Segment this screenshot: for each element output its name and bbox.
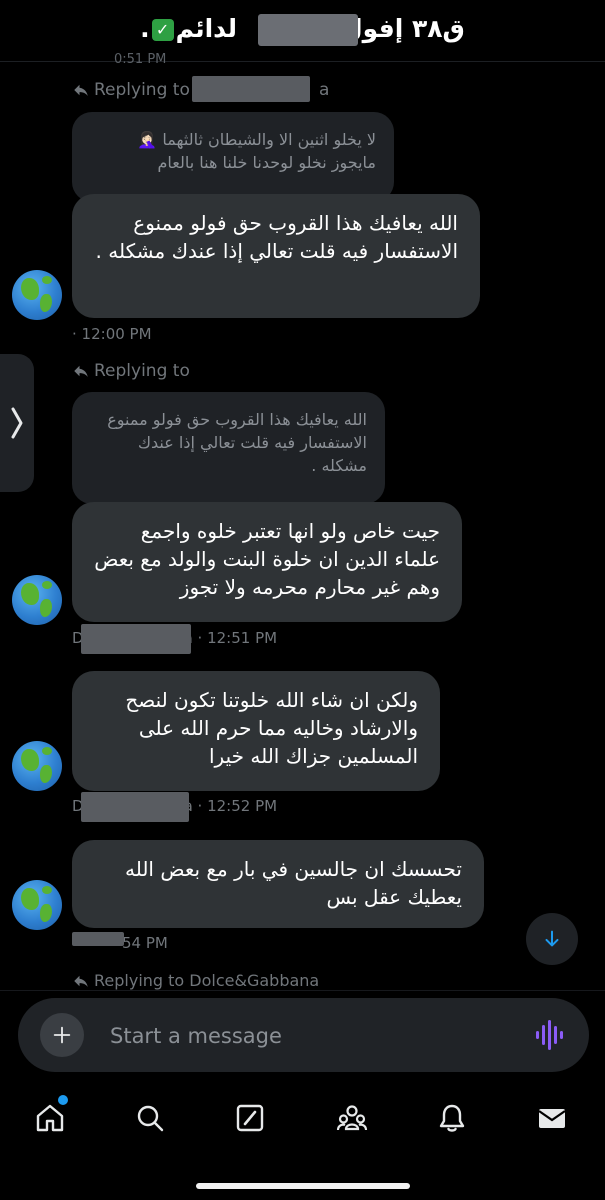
avatar-globe-icon[interactable] xyxy=(12,880,62,930)
message-bubble[interactable]: الله يعافيك هذا القروب حق فولو ممنوع الا… xyxy=(72,194,480,318)
replying-to-label: Replying to xyxy=(94,361,190,381)
avatar-globe-icon[interactable] xyxy=(12,270,62,320)
title-suffix: لدائم xyxy=(175,14,237,43)
tab-communities[interactable] xyxy=(332,1098,372,1138)
redacted-name-block xyxy=(72,932,124,946)
tab-notifications[interactable] xyxy=(432,1098,472,1138)
reply-arrow-icon xyxy=(74,84,88,96)
grok-icon xyxy=(236,1104,264,1132)
search-icon xyxy=(137,1105,164,1132)
reply-arrow-icon xyxy=(74,365,88,377)
redacted-name-block xyxy=(81,624,191,654)
home-icon xyxy=(36,1104,64,1132)
plus-icon xyxy=(53,1026,71,1044)
tab-grok[interactable] xyxy=(230,1098,270,1138)
title-prefix: ق٣٨ إفول xyxy=(340,14,465,43)
faded-timestamp: 0:51 PM xyxy=(114,52,167,67)
tab-search[interactable] xyxy=(130,1098,170,1138)
message-bubble[interactable]: ولكن ان شاء الله خلوتنا تكون لنصح والارش… xyxy=(72,671,440,791)
home-indicator xyxy=(196,1183,410,1189)
scroll-to-bottom-button[interactable] xyxy=(526,913,578,965)
arrow-down-icon xyxy=(545,930,559,947)
chevron-right-icon xyxy=(11,407,23,439)
avatar-globe-icon[interactable] xyxy=(12,575,62,625)
replying-to-row: Replying to Dolce&Gabbana xyxy=(72,971,319,990)
timestamp-text: 12:00 PM xyxy=(81,325,152,343)
avatar-globe-icon[interactable] xyxy=(12,741,62,791)
message-bubble[interactable]: تحسسك ان جالسين في بار مع بعض الله يعطيك… xyxy=(72,840,484,928)
message-bubble[interactable]: جيت خاص ولو انها تعتبر خلوه واجمع علماء … xyxy=(72,502,462,622)
title-trailing: . xyxy=(140,14,150,43)
voice-wave-icon[interactable] xyxy=(534,1016,566,1054)
communities-icon xyxy=(336,1105,368,1131)
message-timestamp: · 12:00 PM xyxy=(72,325,152,343)
redacted-name-block xyxy=(192,76,310,102)
bell-icon xyxy=(439,1104,465,1132)
quoted-message[interactable]: لا يخلو اثنين الا والشيطان ثالثهما 🤦🏻‍♀️… xyxy=(72,112,394,202)
redacted-title-block xyxy=(258,14,358,46)
replying-to-label: Replying to xyxy=(94,80,190,100)
reply-arrow-icon xyxy=(74,975,88,987)
side-panel-toggle[interactable] xyxy=(0,354,34,492)
redacted-name-block xyxy=(81,792,189,822)
replying-to-name-tail: a xyxy=(318,80,330,100)
message-timestamp: 54 PM xyxy=(122,934,168,952)
quoted-message[interactable]: الله يعافيك هذا القروب حق فولو ممنوع الا… xyxy=(72,392,385,504)
home-notification-dot xyxy=(58,1095,68,1105)
envelope-icon xyxy=(538,1109,566,1128)
timestamp-text: 12:51 PM xyxy=(207,629,278,647)
replying-to-row: Replying to xyxy=(72,361,194,381)
timestamp-text: 12:52 PM xyxy=(207,797,278,815)
message-input[interactable] xyxy=(110,1019,510,1053)
check-mark-icon: ✓ xyxy=(151,19,174,41)
replying-to-label: Replying to Dolce&Gabbana xyxy=(94,971,320,990)
tab-messages[interactable] xyxy=(532,1098,572,1138)
add-attachment-button[interactable] xyxy=(40,1013,84,1057)
